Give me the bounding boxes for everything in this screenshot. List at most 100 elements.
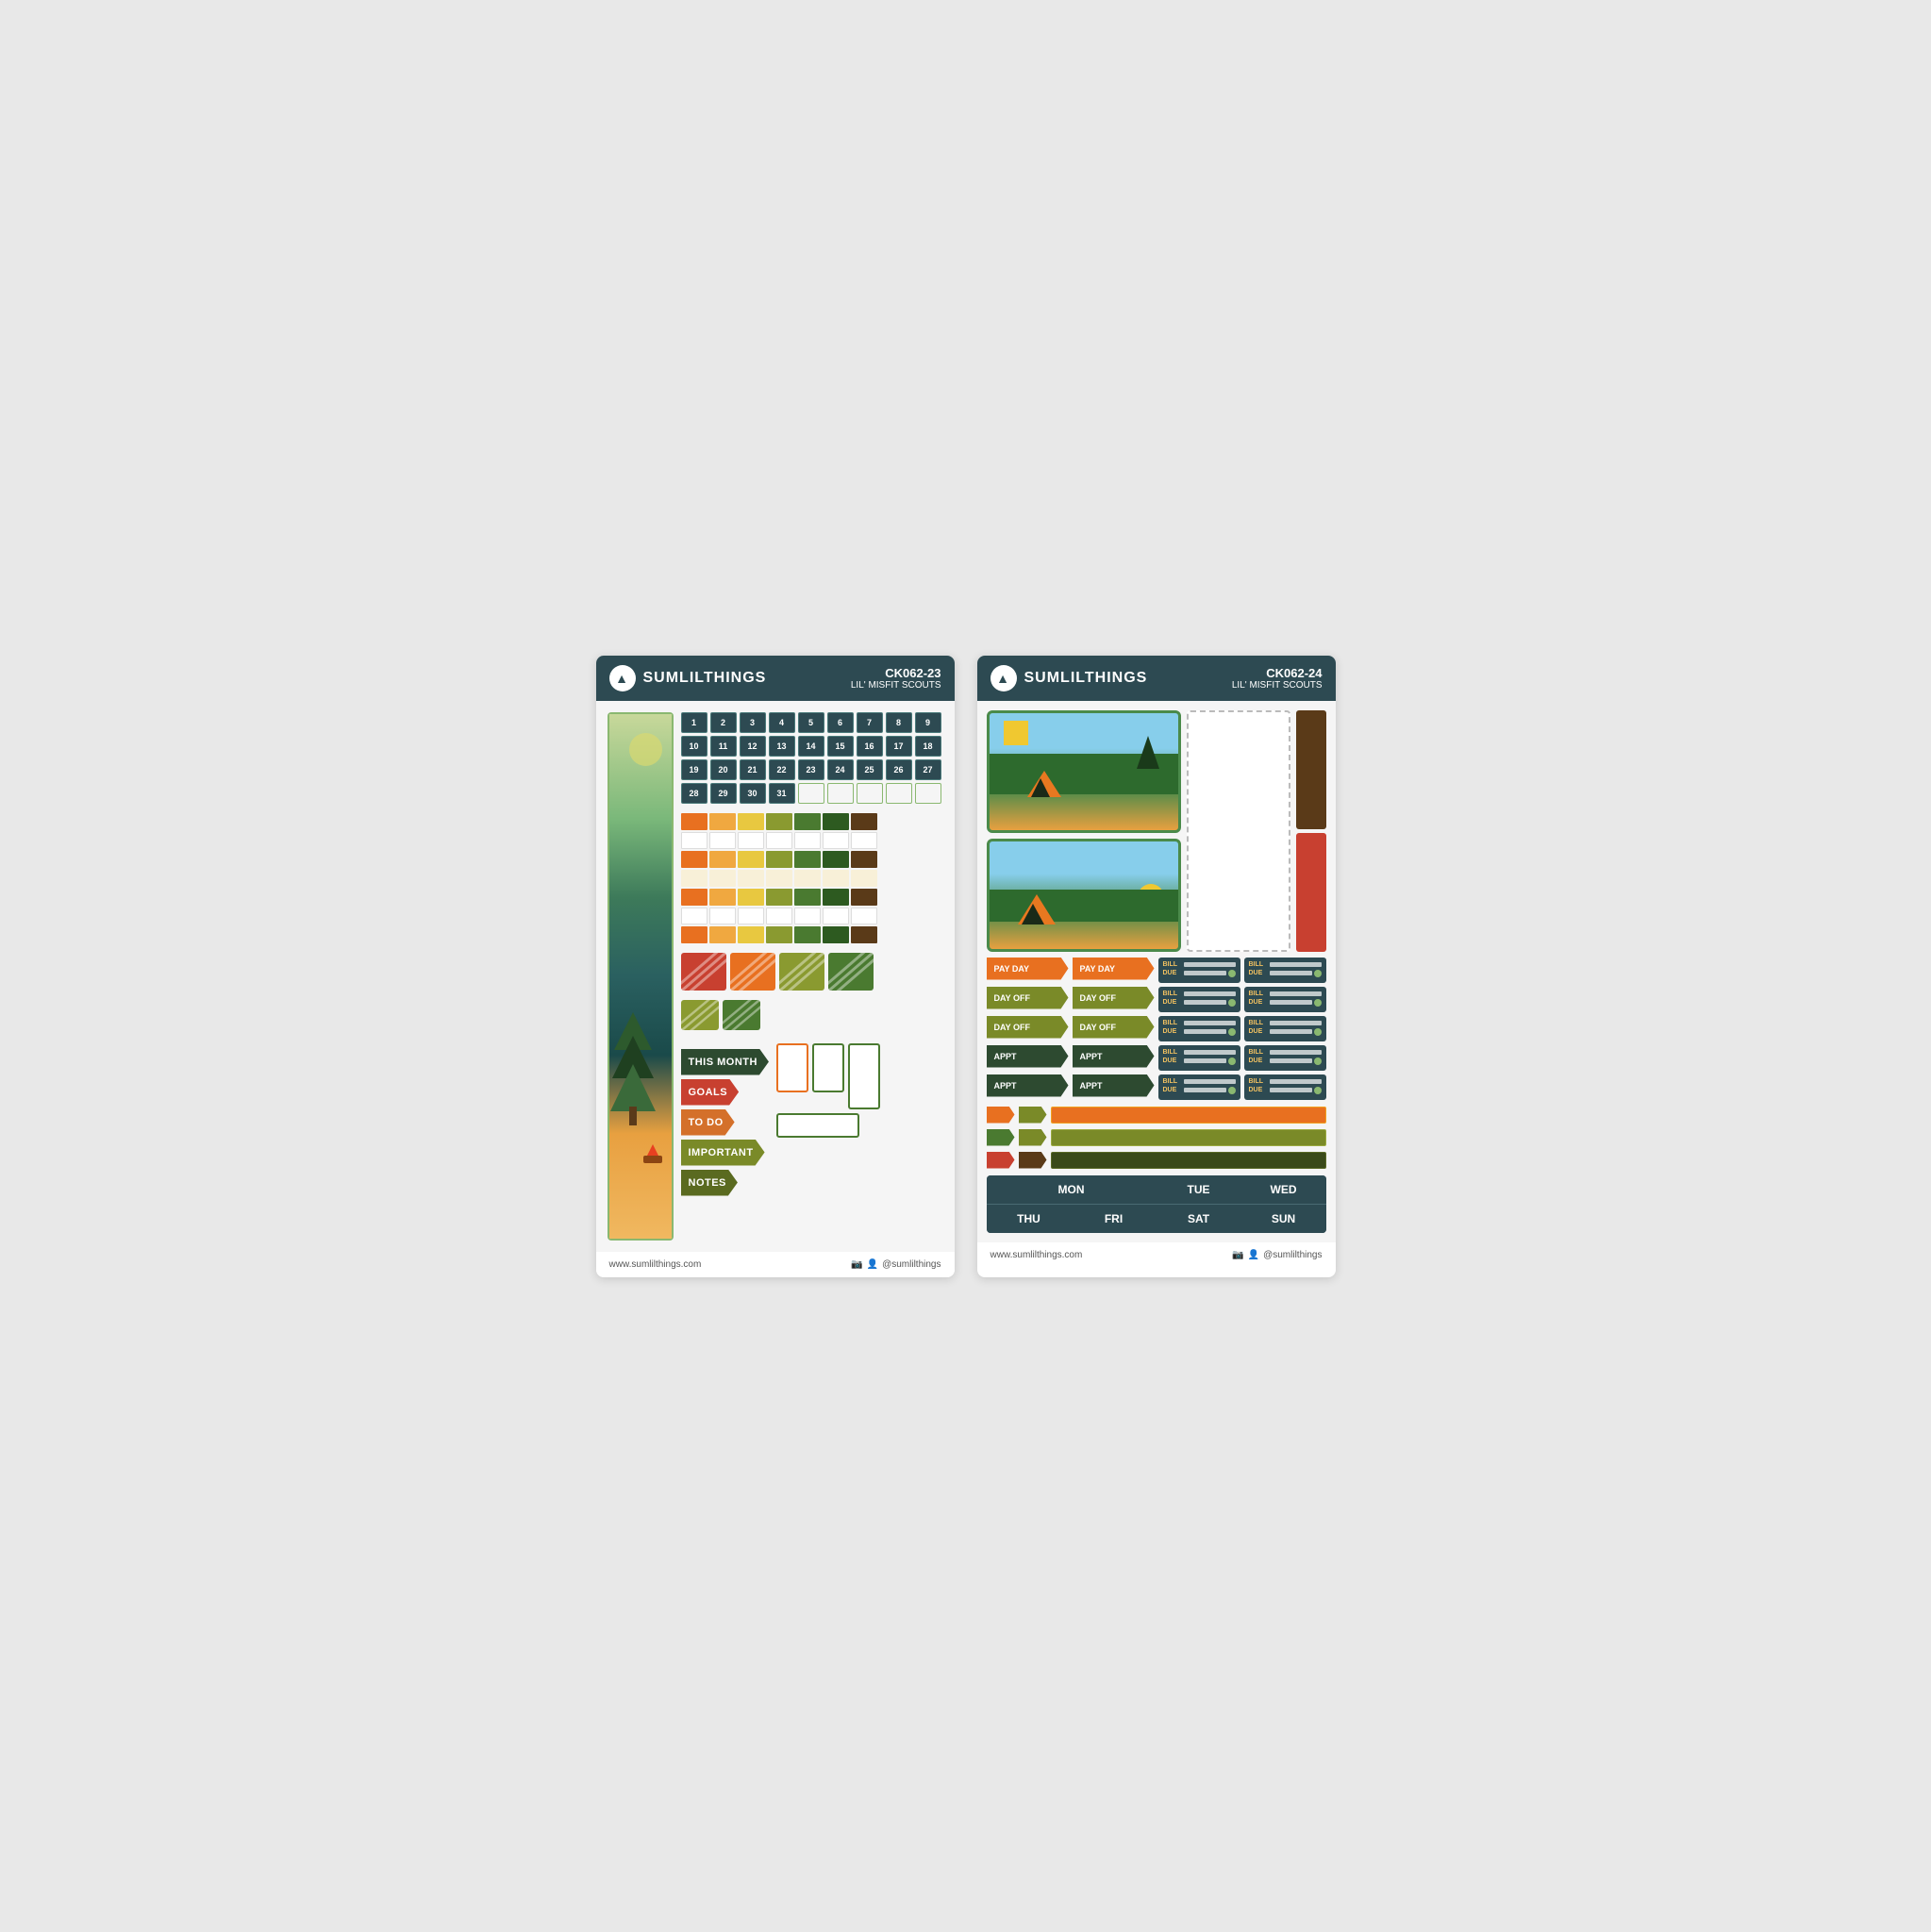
- white-note-box: [1187, 710, 1290, 952]
- bill-line-1: [1184, 962, 1236, 967]
- hatch-lines-svg3: [779, 953, 824, 991]
- num-30: 30: [740, 783, 766, 804]
- num-19: 19: [681, 759, 707, 780]
- due-line-10: [1270, 1088, 1312, 1092]
- event-flags-grid: PAY DAY PAY DAY BILL DUE B: [987, 958, 1326, 1100]
- facebook-icon-2: 👤: [1248, 1250, 1259, 1260]
- long-bar-olive-1: [1051, 1129, 1326, 1146]
- bill-label-10: BILL: [1249, 1078, 1268, 1085]
- cs-cream-1: [681, 870, 707, 887]
- strip-brown: [1296, 710, 1326, 829]
- due-line-8: [1270, 1058, 1312, 1063]
- num-9: 9: [915, 712, 941, 733]
- num-31: 31: [769, 783, 795, 804]
- cs-g3: [794, 889, 821, 906]
- bill-line-10: [1270, 1079, 1322, 1084]
- day-mon: MON: [987, 1175, 1157, 1204]
- sheet2-header: ▲ SUMLILTHINGS CK062-24 LIL' MISFIT SCOU…: [977, 656, 1336, 701]
- bill-card-8: BILL DUE: [1244, 1045, 1326, 1071]
- strip-red: [1296, 833, 1326, 952]
- num-26: 26: [886, 759, 912, 780]
- days-of-week-block: MON TUE WED THU FRI SAT SUN: [987, 1175, 1326, 1233]
- white-boxes-group: [776, 1043, 880, 1138]
- due-label-7: DUE: [1163, 1058, 1182, 1064]
- day-sat: SAT: [1157, 1205, 1241, 1233]
- this-month-flag: THIS MONTH: [681, 1049, 769, 1075]
- bill-row-10: BILL: [1249, 1078, 1322, 1085]
- cs-white-2: [709, 832, 736, 849]
- tall-boxes-row: [776, 1043, 880, 1109]
- sheet2-footer: www.sumlilthings.com 📷 👤 @sumlilthings: [977, 1242, 1336, 1268]
- hatch-lines-svg2: [730, 953, 775, 991]
- flag-appt-2: APPT: [1073, 1045, 1155, 1068]
- product-subtitle-2: LIL' MISFIT SCOUTS: [1232, 680, 1323, 691]
- strip-row-4: [681, 870, 943, 887]
- bill-label-4: BILL: [1249, 991, 1268, 997]
- campfire: [641, 1144, 664, 1163]
- mini-arrow-orange-1: [987, 1107, 1015, 1124]
- num-15: 15: [827, 736, 854, 757]
- due-dot-6: [1314, 1028, 1322, 1036]
- cs-cream-6: [823, 870, 849, 887]
- bill-card-1: BILL DUE: [1158, 958, 1240, 983]
- due-row-6: DUE: [1249, 1028, 1322, 1036]
- bill-line-9: [1184, 1079, 1236, 1084]
- number-row-1: 1 2 3 4 5 6 7 8 9: [681, 712, 943, 733]
- num-empty-2: [827, 783, 854, 804]
- product-code-2: CK062-24: [1232, 666, 1323, 680]
- cs-o4: [681, 926, 707, 943]
- bill-card-4: BILL DUE: [1244, 987, 1326, 1012]
- num-empty-5: [915, 783, 941, 804]
- bill-row-7: BILL: [1163, 1049, 1236, 1056]
- sun-1: [1004, 721, 1028, 745]
- cs-lightorange-1: [709, 813, 736, 830]
- goals-flag: GOALS: [681, 1079, 740, 1106]
- flag-dayoff-3: DAY OFF: [987, 1016, 1069, 1039]
- flag-goals: GOALS: [681, 1079, 769, 1106]
- bill-row-5: BILL: [1163, 1020, 1236, 1026]
- bill-line-3: [1184, 991, 1236, 996]
- day-wed: WED: [1241, 1175, 1326, 1204]
- day-tue: TUE: [1157, 1175, 1241, 1204]
- hatch-row-2: [681, 1000, 943, 1030]
- cs-w-b1: [681, 908, 707, 924]
- mini-arrow-brown-1: [1019, 1152, 1047, 1169]
- days-bottom-row: THU FRI SAT SUN: [987, 1204, 1326, 1233]
- nature-scene: [608, 712, 674, 1241]
- num-25: 25: [857, 759, 883, 780]
- due-row-1: DUE: [1163, 970, 1236, 977]
- cs-ol3: [766, 889, 792, 906]
- num-18: 18: [915, 736, 941, 757]
- white-box-green-tall: [848, 1043, 880, 1109]
- note-column: [1187, 710, 1290, 952]
- mini-arrow-olive-2: [1019, 1129, 1047, 1146]
- footer-social-1: @sumlilthings: [882, 1259, 941, 1270]
- flag-appt-1: APPT: [987, 1045, 1069, 1068]
- bill-label-3: BILL: [1163, 991, 1182, 997]
- sheet1-body: 1 2 3 4 5 6 7 8 9 10 11: [596, 701, 955, 1252]
- hatch-lines-svg: [681, 953, 726, 991]
- cs-cream-5: [794, 870, 821, 887]
- due-label-1: DUE: [1163, 970, 1182, 976]
- flag-payday-1: PAY DAY: [987, 958, 1069, 980]
- hatch-svg-sm1: [681, 1000, 719, 1030]
- due-dot-4: [1314, 999, 1322, 1007]
- cs-cream-4: [766, 870, 792, 887]
- days-top-row: MON TUE WED: [987, 1175, 1326, 1204]
- strip-row-6: [681, 908, 943, 924]
- due-row-9: DUE: [1163, 1087, 1236, 1094]
- long-bar-orange-1: [1051, 1107, 1326, 1124]
- num-29: 29: [710, 783, 737, 804]
- due-dot-8: [1314, 1058, 1322, 1065]
- bill-line-6: [1270, 1021, 1322, 1025]
- bill-line-2: [1270, 962, 1322, 967]
- instagram-icon: 📷: [851, 1259, 862, 1270]
- num-5: 5: [798, 712, 824, 733]
- strip-row-5: [681, 889, 943, 906]
- due-row-2: DUE: [1249, 970, 1322, 977]
- logo-icon: ▲: [609, 665, 636, 691]
- cs-lo-2: [709, 851, 736, 868]
- due-line-2: [1270, 971, 1312, 975]
- date-number-grid: 1 2 3 4 5 6 7 8 9 10 11: [681, 712, 943, 804]
- hatch-red: [681, 953, 726, 991]
